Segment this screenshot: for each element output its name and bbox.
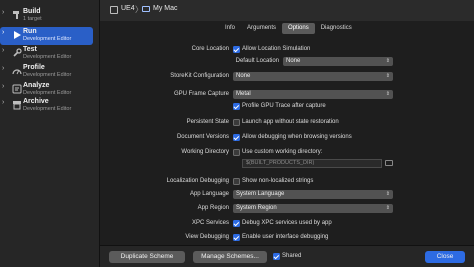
xpc-services-checkbox[interactable] xyxy=(233,220,240,227)
sidebar-item-test[interactable]: › Test Development Editor xyxy=(0,45,93,63)
document-versions-checkbox[interactable] xyxy=(233,134,240,141)
chevron-right-icon[interactable]: › xyxy=(2,65,4,72)
app-language-popup[interactable]: System Language ⇕ xyxy=(233,190,393,199)
app-language-label: App Language xyxy=(189,191,229,197)
sidebar-item-subtitle: Development Editor xyxy=(23,36,72,42)
shared-checkbox[interactable] xyxy=(273,253,280,260)
play-icon xyxy=(14,31,21,39)
sidebar-item-subtitle: Development Editor xyxy=(23,90,72,96)
default-location-popup[interactable]: None ⇕ xyxy=(283,57,393,66)
scheme-name[interactable]: UE4 xyxy=(121,5,135,12)
gpu-capture-popup[interactable]: Metal ⇕ xyxy=(233,90,393,99)
persistent-state-checkbox[interactable] xyxy=(233,119,240,126)
chevron-right-icon[interactable]: › xyxy=(2,29,4,36)
sidebar-item-build[interactable]: › Build 1 target xyxy=(0,7,93,25)
folder-icon[interactable] xyxy=(385,160,393,166)
sidebar-item-subtitle: Development Editor xyxy=(23,72,72,78)
xpc-services-text: Debug XPC services used by app xyxy=(242,220,332,226)
localization-label: Localization Debugging xyxy=(166,178,229,184)
working-directory-checkbox[interactable] xyxy=(233,149,240,156)
scheme-actions-sidebar: › Build 1 target › Run Development Edito… xyxy=(0,0,100,267)
sidebar-item-subtitle: Development Editor xyxy=(23,54,72,60)
tab-info[interactable]: Info xyxy=(219,23,241,34)
sidebar-item-subtitle: 1 target xyxy=(23,16,42,22)
persistent-state-label: Persistent State xyxy=(186,119,229,125)
view-debugging-label: View Debugging xyxy=(185,234,229,240)
gauge-icon xyxy=(12,69,22,75)
localization-checkbox[interactable] xyxy=(233,178,240,185)
storekit-popup[interactable]: None ⇕ xyxy=(233,72,393,81)
manage-schemes-button[interactable]: Manage Schemes... xyxy=(193,251,267,263)
default-location-label: Default Location xyxy=(235,58,279,64)
sidebar-item-title: Build xyxy=(23,8,41,15)
document-versions-text: Allow debugging when browsing versions xyxy=(242,134,352,140)
storekit-label: StoreKit Configuration xyxy=(170,73,229,79)
chevron-updown-icon: ⇕ xyxy=(385,205,390,211)
mac-icon xyxy=(142,6,150,12)
working-directory-field[interactable]: $(BUILT_PRODUCTS_DIR) xyxy=(242,159,382,168)
view-debugging-text: Enable user interface debugging xyxy=(242,234,329,240)
chevron-right-icon[interactable]: › xyxy=(2,9,4,16)
duplicate-scheme-button[interactable]: Duplicate Scheme xyxy=(109,251,185,263)
core-location-label: Core Location xyxy=(191,46,229,52)
gpu-trace-text: Profile GPU Trace after capture xyxy=(242,103,326,109)
tab-options[interactable]: Options xyxy=(282,23,315,34)
popup-value: System Region xyxy=(236,205,277,211)
chevron-updown-icon: ⇕ xyxy=(385,91,390,97)
popup-value: None xyxy=(286,58,301,64)
app-region-popup[interactable]: System Region ⇕ xyxy=(233,204,393,213)
sidebar-item-title: Test xyxy=(23,46,37,53)
sidebar-item-run[interactable]: › Run Development Editor xyxy=(0,27,93,45)
archive-icon xyxy=(13,101,21,110)
document-versions-label: Document Versions xyxy=(176,134,229,140)
sidebar-item-profile[interactable]: › Profile Development Editor xyxy=(0,63,93,81)
close-button[interactable]: Close xyxy=(425,251,465,263)
chevron-updown-icon: ⇕ xyxy=(385,191,390,197)
analyze-icon xyxy=(12,84,22,94)
chevron-updown-icon: ⇕ xyxy=(385,58,390,64)
working-directory-label: Working Directory xyxy=(181,149,229,155)
scheme-destination-bar: UE4 〉 My Mac xyxy=(100,0,474,21)
persistent-state-text: Launch app without state restoration xyxy=(242,119,339,125)
gpu-capture-label: GPU Frame Capture xyxy=(173,91,229,97)
gpu-trace-checkbox[interactable] xyxy=(233,103,240,110)
tab-arguments[interactable]: Arguments xyxy=(241,23,282,34)
chevron-right-icon[interactable]: › xyxy=(2,47,4,54)
tab-bar: Info Arguments Options Diagnostics xyxy=(219,23,358,34)
sidebar-item-title: Profile xyxy=(23,64,45,71)
working-directory-text: Use custom working directory: xyxy=(242,149,323,155)
popup-value: None xyxy=(236,73,251,79)
allow-location-text: Allow Location Simulation xyxy=(242,46,311,52)
app-region-label: App Region xyxy=(197,205,229,211)
sidebar-item-title: Analyze xyxy=(23,82,50,89)
popup-value: System Language xyxy=(236,191,285,197)
destination-name[interactable]: My Mac xyxy=(153,5,178,12)
chevron-updown-icon: ⇕ xyxy=(385,73,390,79)
localization-text: Show non-localized strings xyxy=(242,178,314,184)
popup-value: Metal xyxy=(236,91,251,97)
wrench-icon xyxy=(13,48,22,57)
sidebar-item-archive[interactable]: › Archive Development Editor xyxy=(0,97,93,115)
sidebar-item-title: Archive xyxy=(23,98,49,105)
sidebar-item-title: Run xyxy=(23,28,37,35)
tab-diagnostics[interactable]: Diagnostics xyxy=(315,23,358,34)
footer-bar: Duplicate Scheme Manage Schemes... Share… xyxy=(100,245,474,267)
allow-location-checkbox[interactable] xyxy=(233,46,240,53)
hammer-icon xyxy=(13,11,19,19)
xpc-services-label: XPC Services xyxy=(191,220,229,226)
scheme-icon xyxy=(110,6,118,14)
shared-text: Shared xyxy=(282,253,302,259)
sidebar-item-subtitle: Development Editor xyxy=(23,106,72,112)
chevron-right-icon[interactable]: › xyxy=(2,83,4,90)
view-debugging-checkbox[interactable] xyxy=(233,234,240,241)
chevron-right-icon[interactable]: › xyxy=(2,99,4,106)
